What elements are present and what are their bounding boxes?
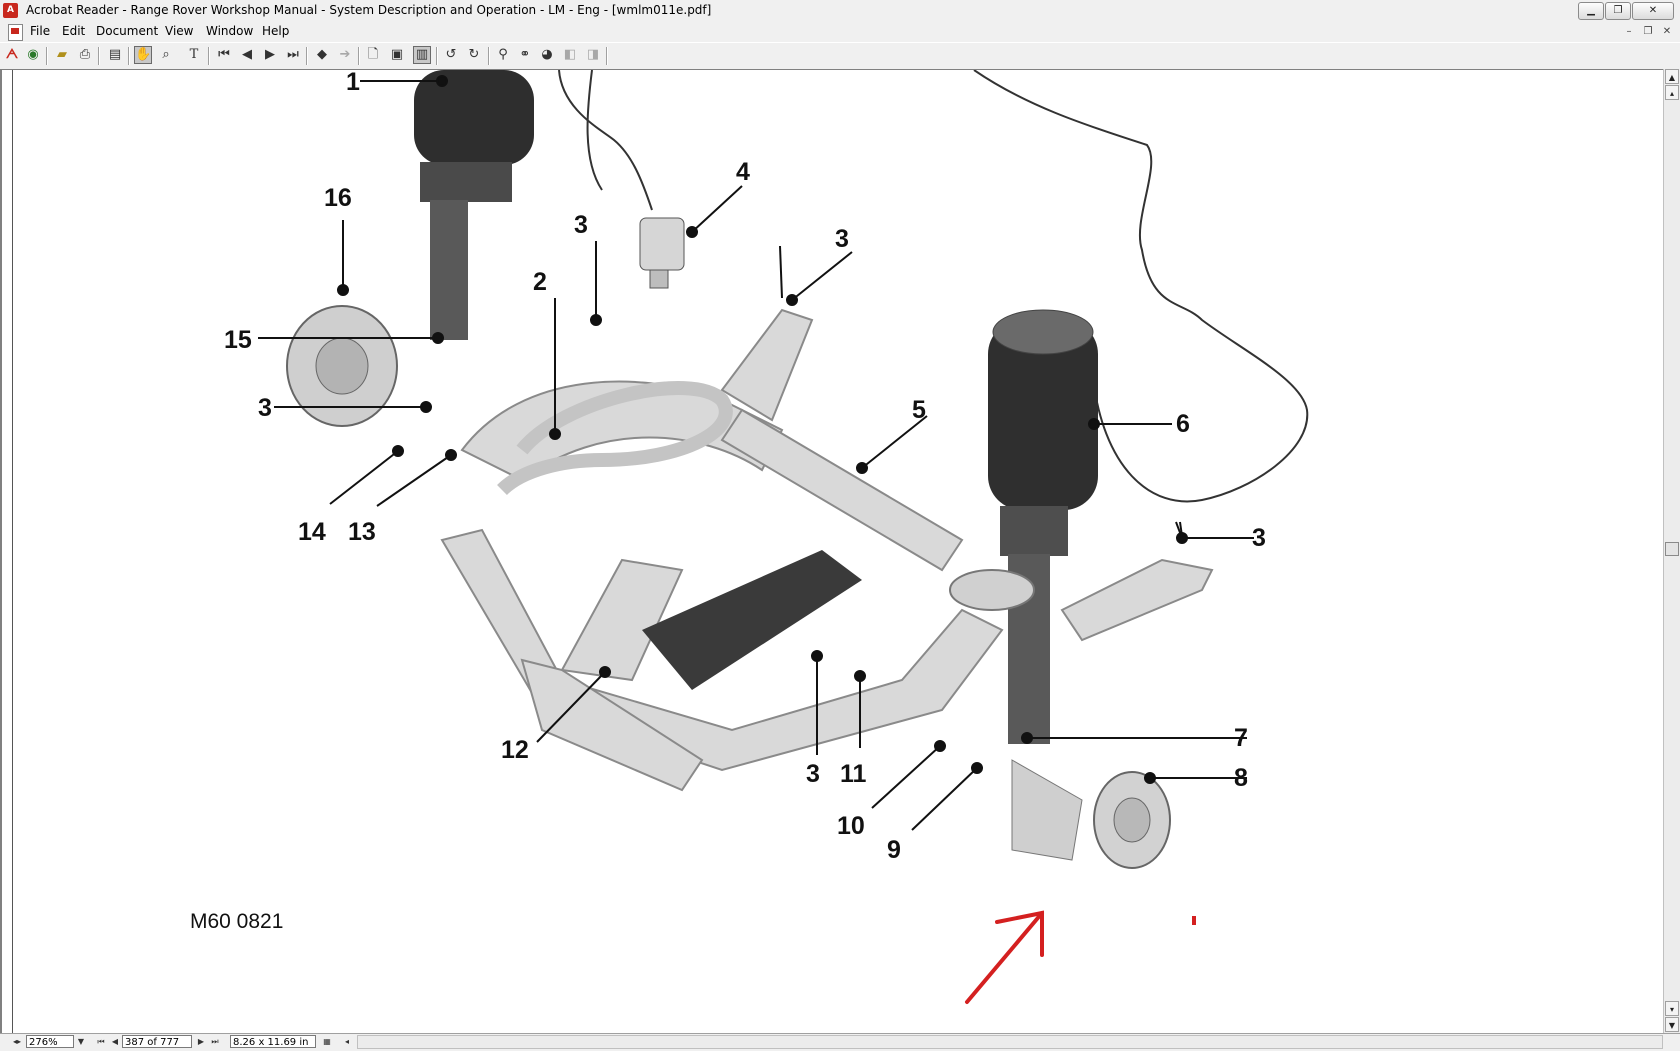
go-back-icon[interactable]: ◆ [313,46,331,64]
search-icon[interactable]: ⚭ [516,46,534,64]
zoom-dropdown-icon[interactable]: ▼ [76,1035,86,1049]
rotate-left-icon[interactable]: ↺ [442,46,460,64]
menu-file[interactable]: File [26,24,54,38]
callout-3b: 3 [835,225,849,253]
callout-15: 15 [224,326,252,354]
show-hide-navigation-icon[interactable]: ▤ [106,46,124,64]
first-page-icon[interactable]: ⏮ [215,46,233,64]
doc-close-button[interactable]: ✕ [1660,25,1674,38]
text-select-icon[interactable]: T [185,46,203,64]
callout-2: 2 [533,268,547,296]
menu-bar: File Edit Document View Window Help – ❐ … [0,22,1680,42]
hand-tool-icon[interactable]: ✋ [134,46,152,64]
last-page-icon[interactable]: ⏭ [284,46,302,64]
search-results-icon[interactable]: ◕ [538,46,556,64]
horizontal-scrollbar[interactable] [357,1035,1663,1049]
close-button[interactable]: ✕ [1632,2,1674,20]
scroll-left-icon[interactable]: ◂ [342,1035,352,1049]
status-last-page-icon[interactable]: ⏭ [210,1035,220,1049]
actual-size-icon[interactable]: 🗋 [364,46,382,64]
callout-1: 1 [346,70,360,96]
acrobat-logo-icon[interactable]: ᗅ [3,46,21,64]
callout-10: 10 [837,812,865,840]
callout-8: 8 [1234,764,1248,792]
web-search-icon[interactable]: ◉ [24,46,42,64]
callout-6: 6 [1176,410,1190,438]
menu-help[interactable]: Help [258,24,293,38]
next-highlight-icon[interactable]: ◨ [584,46,602,64]
scroll-thumb[interactable] [1665,542,1679,556]
menu-edit[interactable]: Edit [58,24,89,38]
minimize-button[interactable]: ▁ [1578,2,1604,20]
callout-3e: 3 [258,394,272,422]
document-icon[interactable] [8,24,23,41]
callout-3d: 3 [806,760,820,788]
previous-highlight-icon[interactable]: ◧ [561,46,579,64]
status-previous-page-icon[interactable]: ◀ [110,1035,120,1049]
callout-12: 12 [501,736,529,764]
zoom-tool-icon[interactable]: ⌕ [157,46,175,64]
acrobat-icon[interactable]: A [3,3,18,18]
fit-width-icon[interactable]: ▥ [413,46,431,64]
go-forward-icon[interactable]: ➔ [336,46,354,64]
callout-7: 7 [1234,724,1248,752]
page-number-field[interactable]: 387 of 777 [122,1035,192,1048]
split-handle-icon[interactable]: ◂▸ [12,1035,22,1049]
print-icon[interactable]: ⎙ [76,46,94,64]
scroll-down-icon[interactable]: ▼ [1665,1017,1679,1032]
status-next-page-icon[interactable]: ▶ [196,1035,206,1049]
restore-button[interactable]: ❐ [1605,2,1631,20]
page-size-field: 8.26 x 11.69 in [230,1035,316,1048]
callout-5: 5 [912,396,926,424]
suspension-diagram: 1 2 3 4 3 5 6 3 7 8 9 10 11 3 12 13 14 3… [224,70,1309,1004]
find-icon[interactable]: ⚲ [494,46,512,64]
open-icon[interactable]: ▰ [53,46,71,64]
previous-page-icon[interactable]: ◀ [238,46,256,64]
callout-4: 4 [736,158,750,186]
status-first-page-icon[interactable]: ⏮ [96,1035,106,1049]
doc-restore-button[interactable]: ❐ [1641,25,1655,38]
menu-document[interactable]: Document [92,24,162,38]
document-view[interactable]: 1 2 3 4 3 5 6 3 7 8 9 10 11 3 12 13 14 3… [0,69,1663,1033]
rotate-right-icon[interactable]: ↻ [465,46,483,64]
doc-minimize-button[interactable]: – [1622,25,1636,38]
callout-3a: 3 [574,211,588,239]
vertical-scrollbar[interactable]: ▲ ▴ ▾ ▼ [1663,69,1680,1033]
toolbar: ᗅ ◉ ▰ ⎙ ▤ ✋ ⌕ T ⏮ ◀ ▶ ⏭ ◆ ➔ 🗋 ▣ ▥ ↺ ↻ ⚲ … [0,42,1680,70]
page-layout-icon[interactable]: ▦ [322,1035,332,1049]
callout-16: 16 [324,184,352,212]
page-down-icon[interactable]: ▾ [1665,1001,1679,1016]
menu-window[interactable]: Window [202,24,257,38]
zoom-field[interactable]: 276% [26,1035,74,1048]
window-title: Acrobat Reader - Range Rover Workshop Ma… [26,3,712,17]
callout-9: 9 [887,836,901,864]
title-bar: A Acrobat Reader - Range Rover Workshop … [0,0,1680,23]
menu-view[interactable]: View [161,24,197,38]
callout-13: 13 [348,518,376,546]
callout-11: 11 [840,760,867,788]
next-page-icon[interactable]: ▶ [261,46,279,64]
red-arrow-annotation [965,910,1044,1004]
scroll-up-icon[interactable]: ▲ [1665,69,1679,84]
figure-label: M60 0821 [190,910,284,933]
status-bar: ◂▸ 276% ▼ ⏮ ◀ 387 of 777 ▶ ⏭ 8.26 x 11.6… [0,1033,1680,1051]
fit-page-icon[interactable]: ▣ [388,46,406,64]
callout-3c: 3 [1252,524,1266,552]
callout-14: 14 [298,518,326,546]
page-up-icon[interactable]: ▴ [1665,85,1679,100]
